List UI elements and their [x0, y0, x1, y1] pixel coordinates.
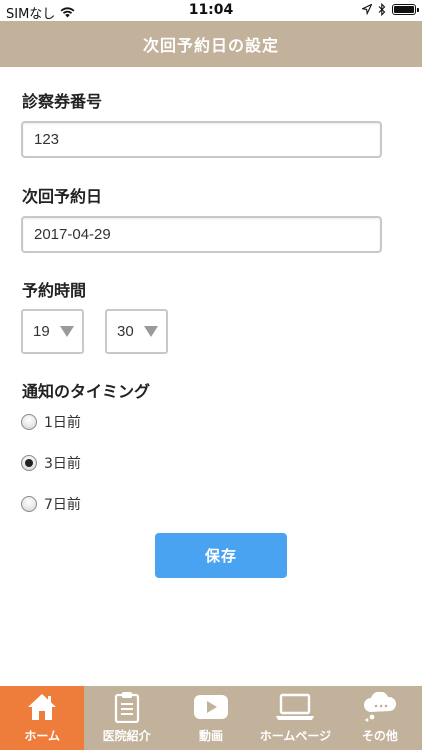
save-button-label: 保存	[204, 547, 237, 565]
next-date-field[interactable]: 2017-04-29	[21, 216, 382, 253]
timing-option-3[interactable]: 3日前	[21, 453, 81, 473]
radio-button[interactable]	[21, 414, 37, 430]
minute-select[interactable]: 30	[105, 309, 168, 354]
tab-label: ホームページ	[259, 729, 332, 743]
timing-option-1[interactable]: 1日前	[21, 412, 81, 432]
laptop-icon	[275, 690, 315, 724]
clipboard-icon	[114, 690, 140, 724]
tab-video[interactable]: 動画	[169, 686, 253, 750]
nav-header: 次回予約日の設定	[0, 21, 422, 67]
status-time: 11:04	[188, 2, 234, 18]
bluetooth-icon	[378, 3, 386, 16]
status-right	[362, 3, 419, 16]
cloud-icon	[362, 690, 398, 724]
tab-other[interactable]: その他	[338, 686, 422, 750]
hour-select[interactable]: 19	[21, 309, 84, 354]
timing-option-label: 7日前	[44, 497, 81, 513]
timing-label: 通知のタイミング	[22, 382, 151, 401]
tab-label: その他	[361, 729, 398, 743]
tab-label: ホーム	[24, 729, 61, 743]
card-number-label: 診察券番号	[22, 92, 103, 111]
radio-button[interactable]	[21, 496, 37, 512]
save-button[interactable]: 保存	[155, 533, 287, 578]
chevron-down-icon	[144, 326, 158, 337]
tab-home[interactable]: ホーム	[0, 686, 85, 750]
tab-bar: ホーム 医院紹介 動画 ホームページ その他	[0, 686, 422, 750]
minute-value: 30	[117, 323, 134, 340]
tab-label: 医院紹介	[102, 729, 151, 743]
next-date-label: 次回予約日	[22, 187, 103, 206]
chevron-down-icon	[60, 326, 74, 337]
location-icon	[362, 4, 372, 15]
hour-value: 19	[33, 323, 50, 340]
timing-option-label: 3日前	[44, 456, 81, 472]
tab-label: 動画	[199, 729, 224, 743]
status-bar: SIMなし 11:04	[0, 0, 422, 22]
card-number-field[interactable]: 123	[21, 121, 382, 158]
timing-option-7[interactable]: 7日前	[21, 494, 81, 514]
tab-homepage[interactable]: ホームページ	[253, 686, 337, 750]
screen: SIMなし 11:04 次回予約日の設定 診察券番号 123 次回予約日 201…	[0, 0, 422, 750]
radio-button-checked[interactable]	[21, 455, 37, 471]
home-icon	[26, 690, 58, 724]
time-label: 予約時間	[22, 281, 87, 300]
timing-option-label: 1日前	[44, 415, 81, 431]
battery-icon	[392, 4, 419, 15]
play-icon	[193, 690, 229, 724]
tab-clinic-intro[interactable]: 医院紹介	[84, 686, 168, 750]
page-title: 次回予約日の設定	[142, 36, 279, 55]
